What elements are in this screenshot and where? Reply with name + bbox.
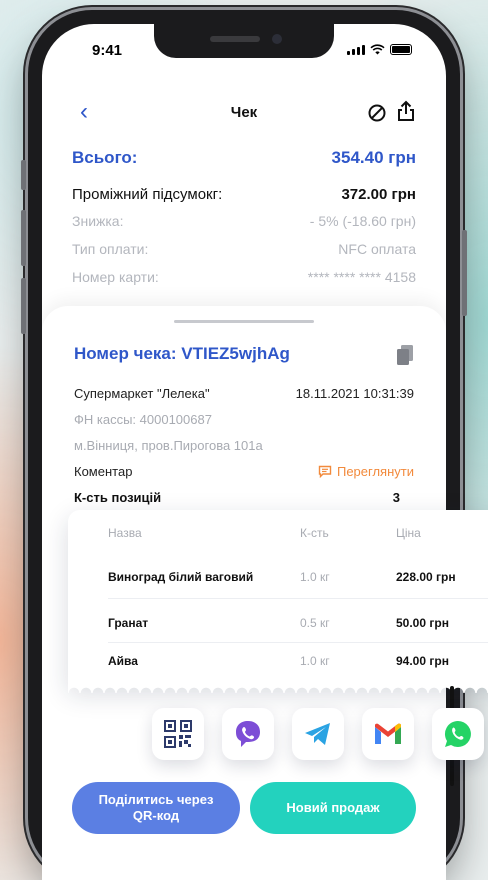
sheet-handle[interactable] [174, 320, 314, 323]
item-price: 50.00 грн [396, 616, 449, 630]
table-row[interactable]: Айва 1.0 кг 94.00 грн [108, 654, 488, 668]
discount-label: Знижка: [72, 213, 124, 229]
payment-type-label: Тип оплати: [72, 241, 149, 257]
total-label: Всього: [72, 148, 138, 167]
copy-icon[interactable] [396, 344, 414, 366]
table-row[interactable]: Виноград білий ваговий 1.0 кг 228.00 грн [108, 570, 488, 584]
subtotal-label: Проміжний підсумокг: [72, 186, 223, 203]
table-row[interactable]: Гранат 0.5 кг 50.00 грн [108, 616, 488, 630]
discount-value: - 5% (-18.60 грн) [309, 213, 416, 229]
store-line: Супермаркет "Лелека" 18.11.2021 10:31:39 [74, 380, 414, 406]
volume-down-button [21, 278, 26, 334]
header-qty: К-сть [300, 526, 329, 540]
row-divider [108, 598, 488, 599]
payment-type-value: NFC оплата [338, 241, 416, 257]
speaker [210, 36, 260, 42]
view-comment-link[interactable]: Переглянути [318, 464, 414, 479]
telegram-icon[interactable] [292, 708, 344, 760]
item-price: 94.00 грн [396, 654, 449, 668]
comment-label: Коментар [74, 463, 133, 479]
receipt-number: Номер чека: VTIEZ5wjhAg [74, 344, 290, 363]
gmail-icon[interactable] [362, 708, 414, 760]
view-comment-label: Переглянути [336, 463, 414, 479]
card-number-label: Номер карти: [72, 269, 159, 285]
cancel-circle-icon[interactable] [368, 104, 386, 122]
subtotal-value: 372.00 грн [341, 186, 416, 203]
subtotal-row: Проміжний підсумокг: 372.00 грн [72, 186, 416, 203]
row-divider [108, 642, 488, 643]
payment-type-row: Тип оплати: NFC оплата [72, 241, 416, 257]
items-table: Назва К-сть Ціна Виноград білий ваговий … [68, 510, 488, 693]
mute-switch [21, 160, 26, 190]
front-camera [272, 34, 282, 44]
store-name: Супермаркет "Лелека" [74, 385, 210, 401]
item-name: Айва [108, 654, 138, 668]
battery-icon [390, 44, 412, 55]
item-price: 228.00 грн [396, 570, 456, 584]
nav-bar: ‹ Чек [42, 98, 446, 128]
address-line: м.Вінниця, пров.Пирогова 101а [74, 432, 414, 458]
item-name: Гранат [108, 616, 149, 630]
viber-icon[interactable] [222, 708, 274, 760]
fiscal-line: ФН кассы: 4000100687 [74, 406, 414, 432]
store-address: м.Вінниця, пров.Пирогова 101а [74, 437, 263, 453]
items-count-value: 3 [392, 489, 400, 505]
card-number-row: Номер карти: **** **** **** 4158 [72, 269, 416, 285]
card-number-value: **** **** **** 4158 [307, 269, 416, 285]
receipt-tear-edge [68, 685, 488, 693]
status-time: 9:41 [92, 42, 123, 59]
item-qty: 0.5 кг [300, 616, 330, 630]
comment-icon [318, 465, 332, 478]
table-header: Назва К-сть Ціна [108, 526, 488, 540]
share-options [152, 708, 484, 760]
share-icon[interactable] [396, 100, 416, 122]
wifi-icon [370, 44, 385, 55]
discount-row: Знижка: - 5% (-18.60 грн) [72, 213, 416, 229]
header-name: Назва [108, 526, 142, 540]
qr-code-icon[interactable] [152, 708, 204, 760]
fiscal-number: ФН кассы: 4000100687 [74, 411, 212, 427]
header-price: Ціна [396, 526, 421, 540]
volume-up-button [21, 210, 26, 266]
notch [154, 24, 334, 58]
item-name: Виноград білий ваговий [108, 570, 254, 584]
status-icons [347, 44, 412, 55]
signal-icon [347, 45, 365, 55]
receipt-datetime: 18.11.2021 10:31:39 [295, 385, 414, 401]
items-count-label: К-сть позицій [74, 489, 162, 505]
power-button [462, 230, 467, 316]
total-value: 354.40 грн [331, 148, 416, 167]
receipt-info: Супермаркет "Лелека" 18.11.2021 10:31:39… [74, 380, 414, 510]
new-sale-button[interactable]: Новий продаж [250, 782, 416, 834]
share-qr-button[interactable]: Поділитись через QR-код [72, 782, 240, 834]
comment-line: Коментар Переглянути [74, 458, 414, 484]
payment-summary: Всього: 354.40 грн Проміжний підсумокг: … [72, 148, 416, 297]
item-qty: 1.0 кг [300, 654, 330, 668]
whatsapp-icon[interactable] [432, 708, 484, 760]
total-row: Всього: 354.40 грн [72, 148, 416, 168]
item-qty: 1.0 кг [300, 570, 330, 584]
items-count-line: К-сть позицій 3 [74, 484, 414, 510]
